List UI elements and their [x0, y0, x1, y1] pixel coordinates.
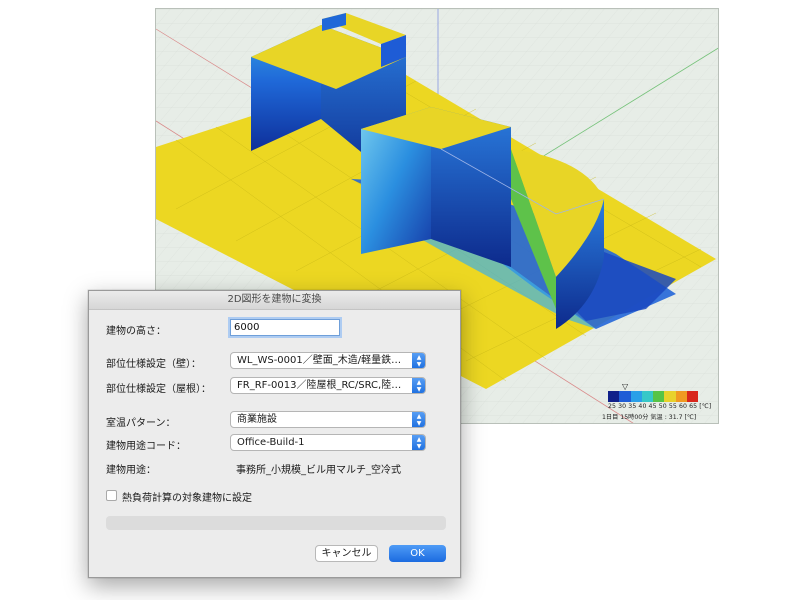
stepper-arrows-icon: ▲ ▼	[412, 435, 425, 450]
building-use-code-select[interactable]: Office-Build-1 ▲ ▼	[230, 434, 426, 451]
legend-swatch	[630, 391, 642, 402]
time-temperature-status: 1日目 15時00分 気温 : 31.7 [℃]	[602, 414, 697, 421]
stepper-arrows-icon: ▲ ▼	[412, 412, 425, 427]
building-height-input[interactable]	[230, 319, 340, 336]
legend-pointer-icon: ▽	[622, 382, 629, 391]
legend-swatch	[641, 391, 653, 402]
progress-bar	[106, 516, 446, 530]
legend-tick-labels: 25 30 35 40 45 50 55 60 65 [℃]	[608, 403, 712, 410]
legend-swatch	[608, 391, 620, 402]
legend-swatch	[619, 391, 631, 402]
building-use-code-label: 建物用途コード：	[106, 441, 186, 452]
room-temp-pattern-select[interactable]: 商業施設 ▲ ▼	[230, 411, 426, 428]
heat-load-checkbox[interactable]	[106, 490, 117, 501]
roof-spec-select[interactable]: FR_RF-0013／陸屋根_RC/SRC,陸… ▲ ▼	[230, 377, 426, 394]
roof-spec-label: 部位仕様設定（屋根）：	[106, 384, 211, 395]
legend-swatch	[686, 391, 698, 402]
building-use-value: 事務所_小規模_ビル用マルチ_空冷式	[236, 465, 401, 476]
roof-spec-value: FR_RF-0013／陸屋根_RC/SRC,陸…	[237, 380, 402, 391]
ok-button[interactable]: OK	[389, 545, 446, 562]
stepper-arrows-icon: ▲ ▼	[412, 353, 425, 368]
legend-swatch	[675, 391, 687, 402]
cancel-button[interactable]: キャンセル	[315, 545, 378, 562]
legend-color-bar	[608, 391, 698, 402]
dialog-title: 2D図形を建物に変換	[89, 291, 460, 310]
room-temp-pattern-label: 室温パターン：	[106, 418, 176, 429]
legend-swatch	[664, 391, 676, 402]
convert-to-building-dialog: 2D図形を建物に変換 建物の高さ： 部位仕様設定（壁）： WL_WS-0001／…	[88, 290, 461, 578]
building-use-label: 建物用途：	[106, 465, 156, 476]
wall-spec-label: 部位仕様設定（壁）：	[106, 359, 201, 370]
wall-spec-select[interactable]: WL_WS-0001／壁面_木造/軽量鉄… ▲ ▼	[230, 352, 426, 369]
building-height-label: 建物の高さ：	[106, 326, 166, 337]
temperature-legend: ▽ 25 30 35 40 45 50 55 60 65 [℃] 1日目 15時…	[602, 381, 718, 423]
stepper-arrows-icon: ▲ ▼	[412, 378, 425, 393]
building-use-code-value: Office-Build-1	[237, 437, 305, 448]
wall-spec-value: WL_WS-0001／壁面_木造/軽量鉄…	[237, 355, 402, 366]
heat-load-label[interactable]: 熱負荷計算の対象建物に設定	[122, 489, 252, 504]
legend-swatch	[653, 391, 665, 402]
room-temp-pattern-value: 商業施設	[237, 414, 277, 425]
